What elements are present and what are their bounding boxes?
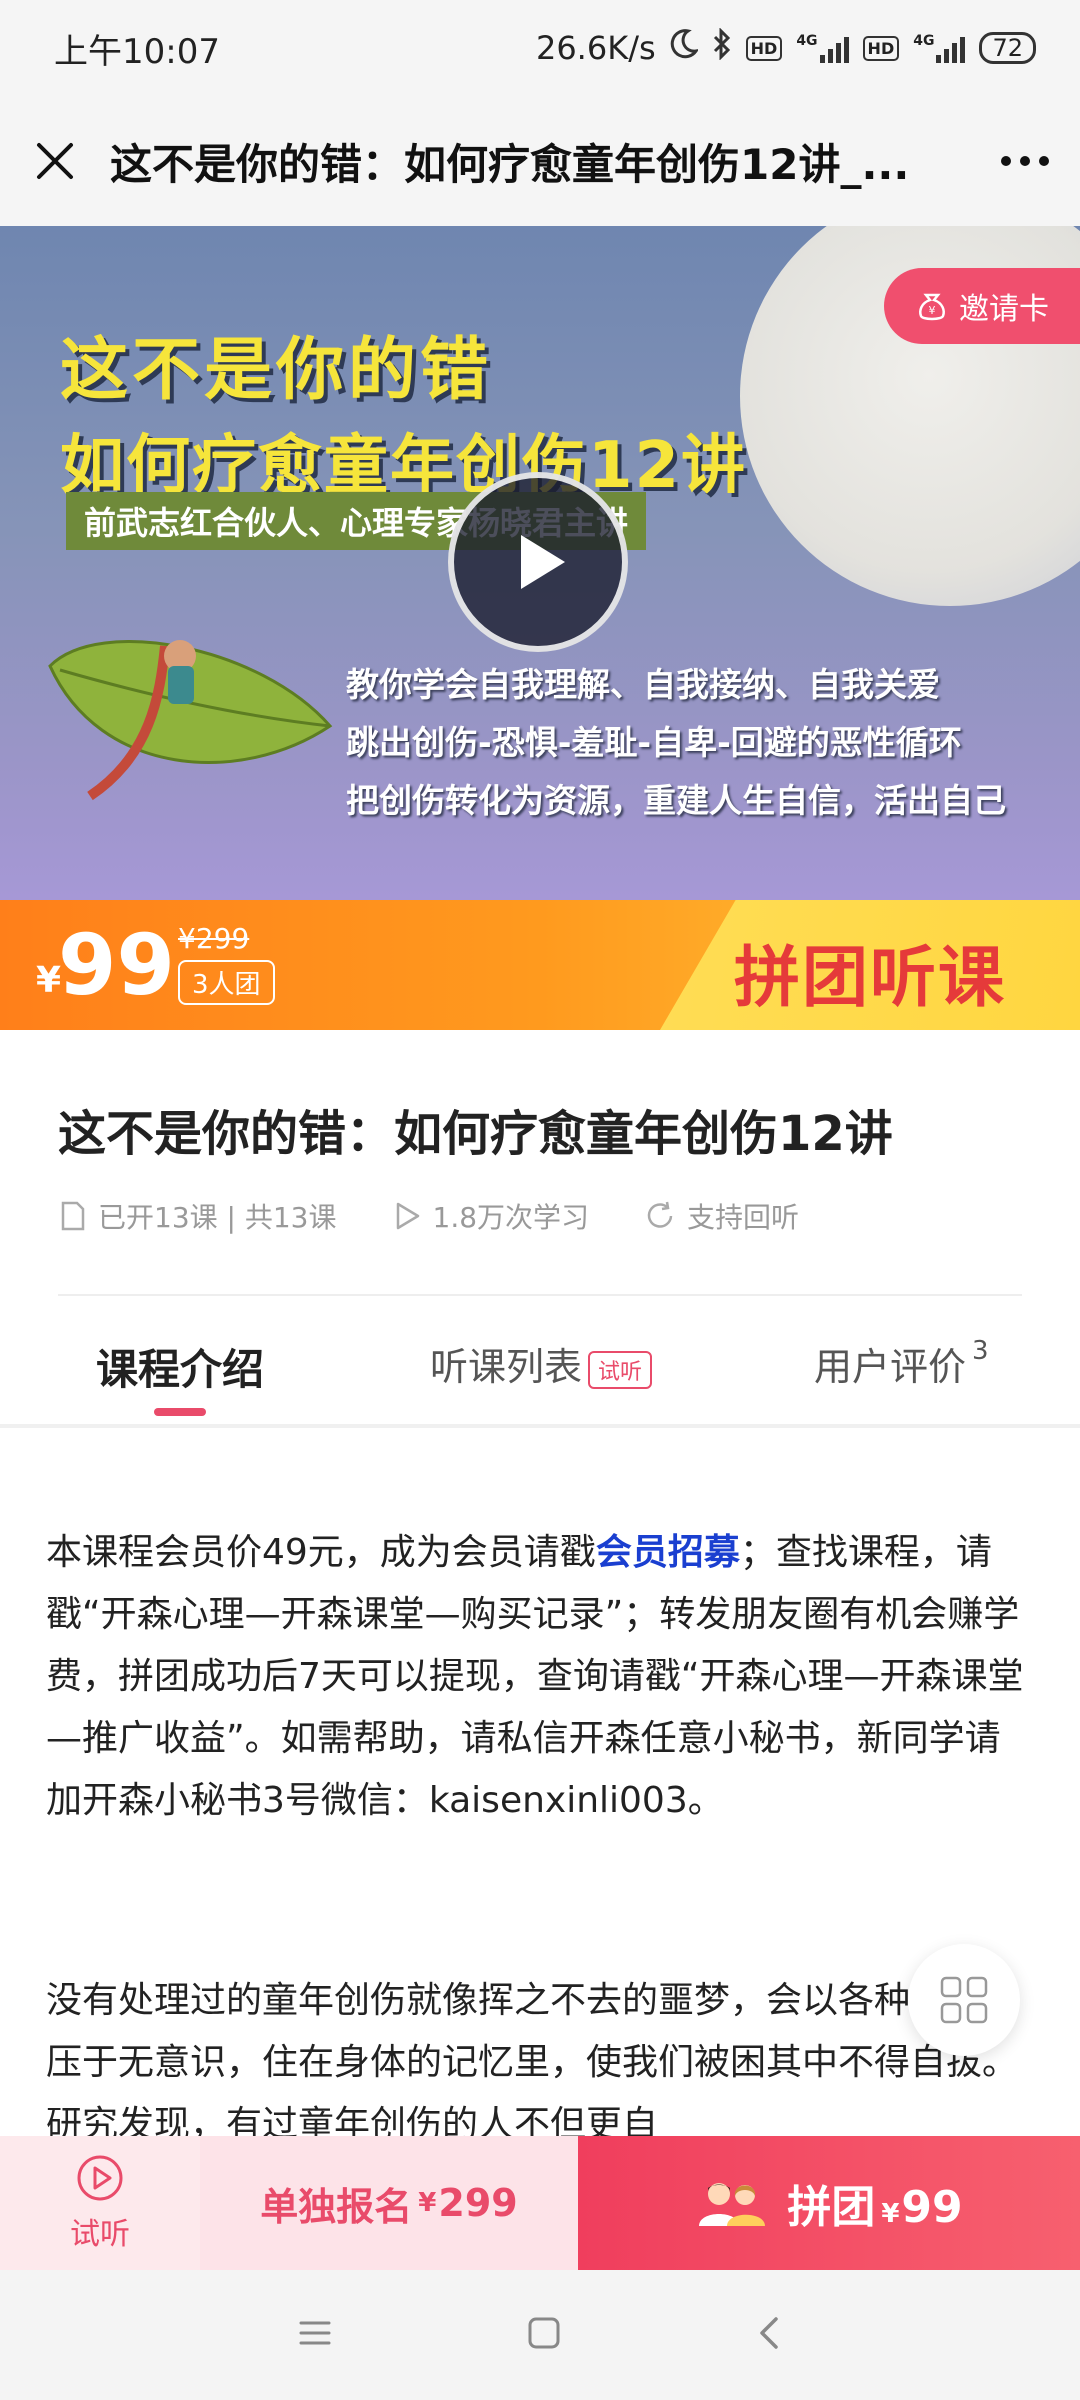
course-stats: 已开13课 | 共13课 1.8万次学习 支持回听 xyxy=(60,1196,799,1236)
play-circle-icon xyxy=(77,2155,123,2201)
single-enroll-label: 单独报名 xyxy=(260,2184,413,2229)
bottom-action-bar: 试听 单独报名 ¥299 拼团 ¥99 xyxy=(0,2136,1080,2270)
svg-text:¥: ¥ xyxy=(929,304,936,317)
more-options-button[interactable] xyxy=(970,96,1080,226)
close-icon xyxy=(37,143,73,179)
learners-stat: 1.8万次学习 xyxy=(393,1196,590,1236)
group-buy-label: 拼团 ¥99 xyxy=(787,2171,962,2235)
description-paragraph-2: 没有处理过的童年创伤就像挥之不去的噩梦，会以各种形式潜压于无意识，住在身体的记忆… xyxy=(46,1980,1019,2136)
back-chevron-icon xyxy=(760,2317,779,2349)
net-type-1: 4G xyxy=(796,33,818,49)
grid-icon xyxy=(940,1976,988,2024)
tab-course-intro[interactable]: 课程介绍 xyxy=(96,1336,264,1397)
play-outline-icon xyxy=(396,1202,419,1230)
lessons-stat: 已开13课 | 共13课 xyxy=(60,1196,337,1236)
tab-review-label: 用户评价 xyxy=(814,1345,967,1389)
desc-text: 本课程会员价49元，成为会员请戳 xyxy=(46,1532,596,1573)
home-button[interactable] xyxy=(527,2316,561,2354)
title-bar: 这不是你的错：如何疗愈童年创伤12讲_... xyxy=(0,96,1080,226)
tab-intro-label: 课程介绍 xyxy=(96,1345,265,1394)
banner-line: 跳出创伤-恐惧-羞耻-自卑-回避的恶性循环 xyxy=(346,723,962,762)
membership-link[interactable]: 会员招募 xyxy=(596,1532,740,1573)
status-time: 上午10:07 xyxy=(54,31,220,72)
group-currency: ¥ xyxy=(881,2199,900,2229)
group-buy-button[interactable]: 拼团 ¥99 xyxy=(578,2136,1080,2270)
banner-line: 把创伤转化为资源，重建人生自信，活出自己 xyxy=(346,781,1006,820)
hd-icon-2: HD xyxy=(862,35,900,61)
group-buy-text: 拼团 xyxy=(787,2182,876,2233)
signal-icon-2: 4G xyxy=(913,33,966,63)
single-price: 299 xyxy=(438,2181,518,2225)
close-button[interactable] xyxy=(0,96,110,226)
trial-listen-label: 试听 xyxy=(70,2217,130,2252)
group-buy-price: 99 xyxy=(901,2182,963,2233)
more-dot xyxy=(1039,156,1049,166)
status-bar: 上午10:07 26.6K/s HD 4G HD 4G 72 xyxy=(0,0,1080,96)
course-banner[interactable]: 这不是你的错 如何疗愈童年创伤12讲 前武志红合伙人、心理专家杨晓君主讲 教你学… xyxy=(0,226,1080,900)
review-count: 3 xyxy=(972,1336,989,1366)
active-tab-indicator xyxy=(154,1408,206,1416)
tab-list-label: 听课列表 xyxy=(430,1345,583,1389)
play-button[interactable] xyxy=(448,472,628,652)
more-dot xyxy=(1001,156,1011,166)
invite-card-label: 邀请卡 xyxy=(959,292,1049,327)
tab-user-reviews[interactable]: 用户评价 3 xyxy=(814,1336,989,1391)
status-icons: 26.6K/s HD 4G HD 4G 72 xyxy=(535,27,1036,68)
leaf-illustration xyxy=(40,606,340,810)
back-button[interactable] xyxy=(756,2315,782,2355)
net-type-2: 4G xyxy=(913,33,935,49)
battery-icon: 72 xyxy=(979,32,1036,64)
menu-icon xyxy=(299,2321,331,2345)
original-price: ¥299 xyxy=(178,922,250,955)
tab-lesson-list[interactable]: 听课列表 试听 xyxy=(430,1336,653,1391)
money-bag-icon: ¥ xyxy=(919,293,945,321)
more-dot xyxy=(1020,156,1030,166)
tabs-divider xyxy=(0,1424,1080,1428)
page-title: 这不是你的错：如何疗愈童年创伤12讲_... xyxy=(110,139,910,189)
floating-menu-button[interactable] xyxy=(908,1944,1020,2056)
tab-bar: 课程介绍 听课列表 试听 用户评价 3 xyxy=(0,1296,1080,1426)
replay-stat: 支持回听 xyxy=(645,1196,799,1236)
desc-text: ；查找课程，请戳“开森心理—开森课堂—购买记录”；转发朋友圈有机会赚学费，拼团成… xyxy=(46,1532,1024,1821)
system-nav-bar xyxy=(0,2270,1080,2400)
banner-line: 教你学会自我理解、自我接纳、自我关爱 xyxy=(346,665,940,704)
trial-badge: 试听 xyxy=(588,1350,653,1389)
group-listen-label: 拼团听课 xyxy=(734,939,1006,1016)
moon-icon xyxy=(670,29,699,67)
banner-description: 教你学会自我理解、自我接纳、自我关爱 跳出创伤-恐惧-羞耻-自卑-回避的恶性循环… xyxy=(346,656,1006,830)
description-paragraph-1: 本课程会员价49元，成为会员请戳会员招募；查找课程，请戳“开森心理—开森课堂—购… xyxy=(46,1522,1030,1832)
document-icon xyxy=(61,1201,85,1231)
play-icon xyxy=(521,535,565,589)
single-enroll-button[interactable]: 单独报名 ¥299 xyxy=(200,2136,578,2270)
price-bar: ¥ 99 ¥299 3人团 拼团听课 xyxy=(0,900,1080,1030)
replay-icon xyxy=(647,1201,673,1228)
hd-icon: HD xyxy=(745,35,783,61)
lessons-count: 已开13课 | 共13课 xyxy=(98,1201,337,1234)
group-people-icon xyxy=(699,2183,766,2226)
net-speed: 26.6K/s xyxy=(535,29,656,67)
single-currency: ¥ xyxy=(418,2188,437,2218)
course-title: 这不是你的错：如何疗愈童年创伤12讲 xyxy=(58,1106,893,1162)
signal-icon-1: 4G xyxy=(796,33,849,63)
trial-listen-button[interactable]: 试听 xyxy=(0,2136,200,2270)
invite-card-button[interactable]: ¥ 邀请卡 xyxy=(884,268,1080,344)
home-square-icon xyxy=(528,2317,560,2349)
recent-apps-button[interactable] xyxy=(298,2318,332,2352)
group-price: 99 xyxy=(58,916,175,1014)
group-size-tag: 3人团 xyxy=(178,960,275,1005)
banner-title-line1: 这不是你的错 xyxy=(60,331,493,410)
bluetooth-icon xyxy=(712,27,732,68)
replay-label: 支持回听 xyxy=(687,1201,800,1234)
learners-count: 1.8万次学习 xyxy=(432,1201,590,1234)
